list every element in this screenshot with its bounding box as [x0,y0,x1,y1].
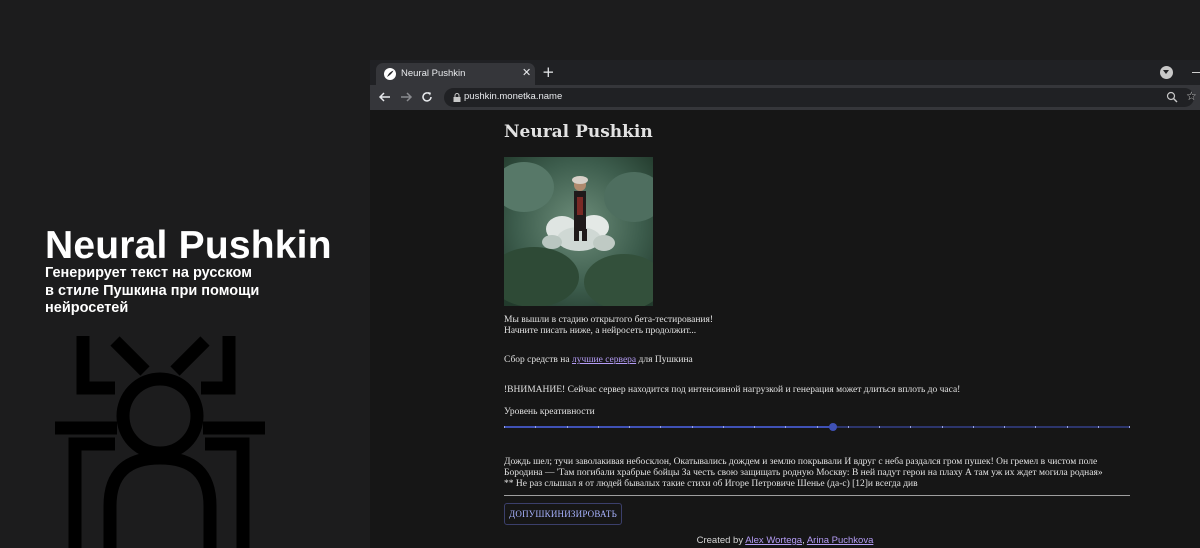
slider-tick [942,426,943,428]
author-link-arina[interactable]: Arina Puchkova [807,535,874,546]
promo-subtitle-line: в стиле Пушкина при помощи [45,282,260,299]
tab-title: Neural Pushkin [401,68,466,79]
slider-tick [973,426,974,428]
slider-tick [567,426,568,428]
zoom-icon[interactable] [1166,91,1178,103]
slider-tick [1004,426,1005,428]
reload-icon[interactable] [418,88,436,106]
slider-tick [754,426,755,428]
tab-strip: Neural Pushkin ✕ + [370,60,1200,85]
creativity-slider[interactable] [504,420,1130,434]
footer-credits: Created by Alex Wortega, Arina Puchkova [370,535,1200,546]
slider-tick [879,426,880,428]
address-bar[interactable]: pushkin.monetka.name ☆ [444,88,1197,107]
slider-thumb[interactable] [829,423,837,431]
slider-tick [817,426,818,428]
pushkinize-button[interactable]: ДОПУШКИНИЗИРОВАТЬ [504,503,622,525]
footer-prefix: Created by [696,535,746,546]
author-link-alex[interactable]: Alex Wortega [745,535,802,546]
slider-tick [723,426,724,428]
creativity-label: Уровень креативности [504,407,595,417]
tab-neural-pushkin[interactable]: Neural Pushkin ✕ [376,63,535,85]
promo-subtitle-line: нейросетей [45,300,129,316]
promo-subtitle: Генерирует текст на русском в стиле Пушк… [45,265,285,318]
slider-tick [629,426,630,428]
browser-window: Neural Pushkin ✕ + pushkin.monetka.name [370,60,1200,548]
slider-tick [910,426,911,428]
page-title: Neural Pushkin [504,122,653,142]
server-warning: !ВНИМАНИЕ! Сейчас сервер находится под и… [504,385,961,395]
bug-logo-icon [55,336,265,548]
close-tab-icon[interactable]: ✕ [522,66,531,79]
poem-line: ** Не раз слышал я от людей бывалых таки… [504,479,918,489]
promo-subtitle-line: Генерирует текст на русском [45,265,252,281]
textarea-underline [504,495,1130,496]
fundraising-suffix: для Пушкина [636,355,693,365]
intro-line-2: Начните писать ниже, а нейросеть продолж… [504,326,697,336]
poem-textarea[interactable]: Дождь шел; тучи заволакивая небосклон, О… [504,457,1132,490]
slider-tick [1129,426,1130,428]
slider-tick [692,426,693,428]
minimize-button[interactable] [1192,72,1200,73]
forward-arrow-icon[interactable] [397,88,415,106]
slider-tick [504,426,505,428]
back-arrow-icon[interactable] [376,88,394,106]
slider-fill [504,426,833,428]
slider-tick [848,426,849,428]
poem-line: Дождь шел; тучи заволакивая небосклон, О… [504,457,1098,467]
tab-search-icon[interactable] [1160,66,1173,79]
slider-tick [1098,426,1099,428]
pushkin-portrait-image [504,157,653,306]
browser-toolbar: pushkin.monetka.name ☆ [370,85,1200,110]
slider-tick [660,426,661,428]
fundraising-prefix: Сбор средств на [504,355,572,365]
fundraising-text: Сбор средств на лучшие сервера для Пушки… [504,355,693,366]
slider-tick [1035,426,1036,428]
promo-title: Neural Pushkin [45,224,332,267]
intro-line-1: Мы вышли в стадию открытого бета-тестиро… [504,315,714,325]
slider-tick [1067,426,1068,428]
best-servers-link[interactable]: лучшие сервера [572,355,636,365]
star-icon[interactable]: ☆ [1186,89,1197,103]
slider-tick [785,426,786,428]
slider-tick [598,426,599,428]
web-page: Neural Pushkin Мы вышли в стадию открыто… [370,110,1200,548]
url-text[interactable]: pushkin.monetka.name [464,91,562,102]
lock-icon [453,93,461,102]
slider-tick [535,426,536,428]
poem-line: Бородина — 'Там погибали храбрые бойцы З… [504,468,1103,478]
quill-favicon-icon [384,68,396,80]
new-tab-button[interactable]: + [542,63,555,81]
